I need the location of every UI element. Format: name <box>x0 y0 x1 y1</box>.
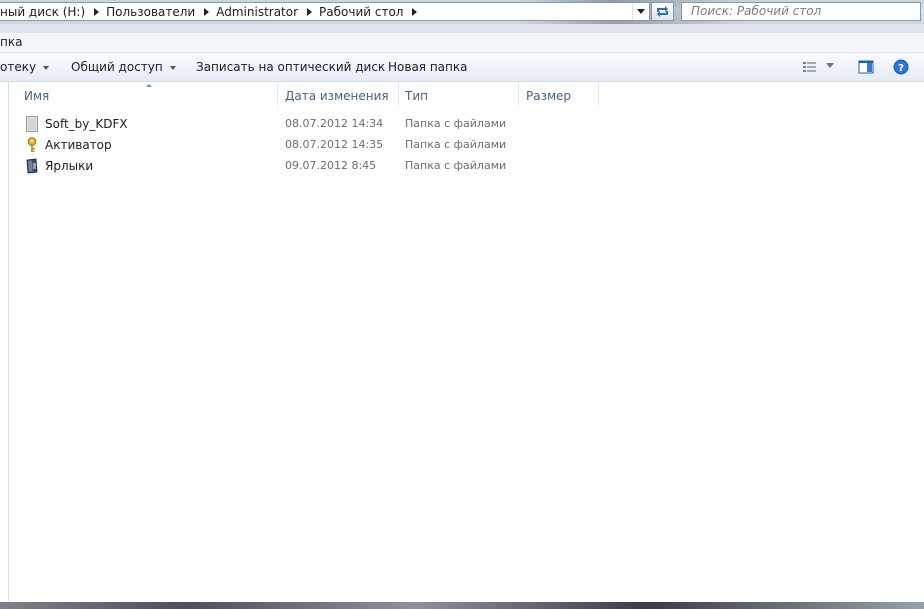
column-header-name[interactable]: Имя <box>18 82 276 108</box>
address-history-button[interactable] <box>632 3 649 20</box>
column-header-date-label: Дата изменения <box>285 89 389 103</box>
breadcrumb-administrator[interactable]: Administrator <box>212 5 302 19</box>
breadcrumb-desktop[interactable]: Рабочий стол <box>315 5 407 19</box>
breadcrumb-arrow-icon[interactable] <box>204 7 210 16</box>
svg-text:?: ? <box>898 63 904 74</box>
column-divider[interactable] <box>518 82 519 106</box>
breadcrumb-users[interactable]: Пользователи <box>102 5 199 19</box>
add-to-library-button[interactable]: отеку <box>0 60 50 74</box>
file-type: Папка с файлами <box>405 138 507 151</box>
help-icon: ? <box>893 59 909 75</box>
refresh-button[interactable] <box>651 2 674 21</box>
new-folder-button[interactable]: Новая папка <box>388 60 467 74</box>
help-button[interactable]: ? <box>893 59 909 75</box>
add-to-library-label: отеку <box>0 60 37 74</box>
menu-bar: пка <box>0 33 924 53</box>
menu-item-partial[interactable]: пка <box>0 35 22 49</box>
column-header-date[interactable]: Дата изменения <box>279 82 397 108</box>
refresh-icon <box>657 6 668 17</box>
details-view-icon <box>803 62 816 72</box>
file-type: Папка с файлами <box>405 159 507 172</box>
column-divider[interactable] <box>598 82 599 106</box>
command-bar: отеку Общий доступ Записать на оптически… <box>0 53 924 82</box>
file-date: 08.07.2012 14:35 <box>285 138 384 151</box>
breadcrumb-arrow-icon[interactable] <box>307 7 313 16</box>
burn-label: Записать на оптический диск <box>196 60 386 74</box>
search-placeholder: Поиск: Рабочий стол <box>691 4 822 18</box>
share-button[interactable]: Общий доступ <box>71 60 176 74</box>
preview-pane-icon <box>858 60 874 74</box>
column-header-size-label: Размер <box>526 89 572 103</box>
list-item[interactable]: Soft_by_KDFX 08.07.2012 14:34 Папка с фа… <box>22 114 542 134</box>
window-bottom-border <box>0 602 924 609</box>
list-item[interactable]: Ярлыки 09.07.2012 8:45 Папка с файлами <box>22 156 542 176</box>
preview-pane-button[interactable] <box>858 59 874 75</box>
chevron-down-icon <box>637 9 645 14</box>
search-input[interactable]: Поиск: Рабочий стол <box>681 2 921 21</box>
list-item[interactable]: Активатор 08.07.2012 14:35 Папка с файла… <box>22 135 542 155</box>
breadcrumb-arrow-icon[interactable] <box>412 7 418 16</box>
breadcrumb-drive[interactable]: ный диск (H:) <box>0 5 89 19</box>
column-header-size[interactable]: Размер <box>520 82 598 108</box>
address-bar[interactable]: ный диск (H:) Пользователи Administrator… <box>0 2 650 21</box>
address-strip: ный диск (H:) Пользователи Administrator… <box>0 0 924 24</box>
file-date: 09.07.2012 8:45 <box>285 159 377 172</box>
file-name: Soft_by_KDFX <box>45 117 128 131</box>
shortcut-icon <box>25 158 39 174</box>
chevron-down-icon <box>169 65 176 70</box>
breadcrumb-arrow-icon[interactable] <box>94 7 100 16</box>
share-label: Общий доступ <box>71 60 163 74</box>
burn-button[interactable]: Записать на оптический диск <box>196 60 385 74</box>
file-type: Папка с файлами <box>405 117 507 130</box>
column-header-type[interactable]: Тип <box>399 82 517 108</box>
chevron-down-icon <box>826 63 834 68</box>
blank-file-icon <box>25 116 39 132</box>
key-icon <box>25 137 39 153</box>
chevron-down-icon <box>43 65 50 70</box>
file-name: Ярлыки <box>45 159 94 173</box>
navigation-pane-edge[interactable] <box>0 82 9 602</box>
column-divider[interactable] <box>277 82 278 106</box>
column-header-name-label: Имя <box>24 89 50 103</box>
file-list[interactable]: Имя Дата изменения Тип Размер Soft_by_KD… <box>0 82 924 602</box>
view-dropdown-button[interactable] <box>826 63 834 71</box>
file-date: 08.07.2012 14:34 <box>285 117 384 130</box>
view-options-button[interactable] <box>802 59 818 75</box>
new-folder-label: Новая папка <box>388 60 468 74</box>
file-name: Активатор <box>45 138 112 152</box>
column-header-type-label: Тип <box>405 89 428 103</box>
